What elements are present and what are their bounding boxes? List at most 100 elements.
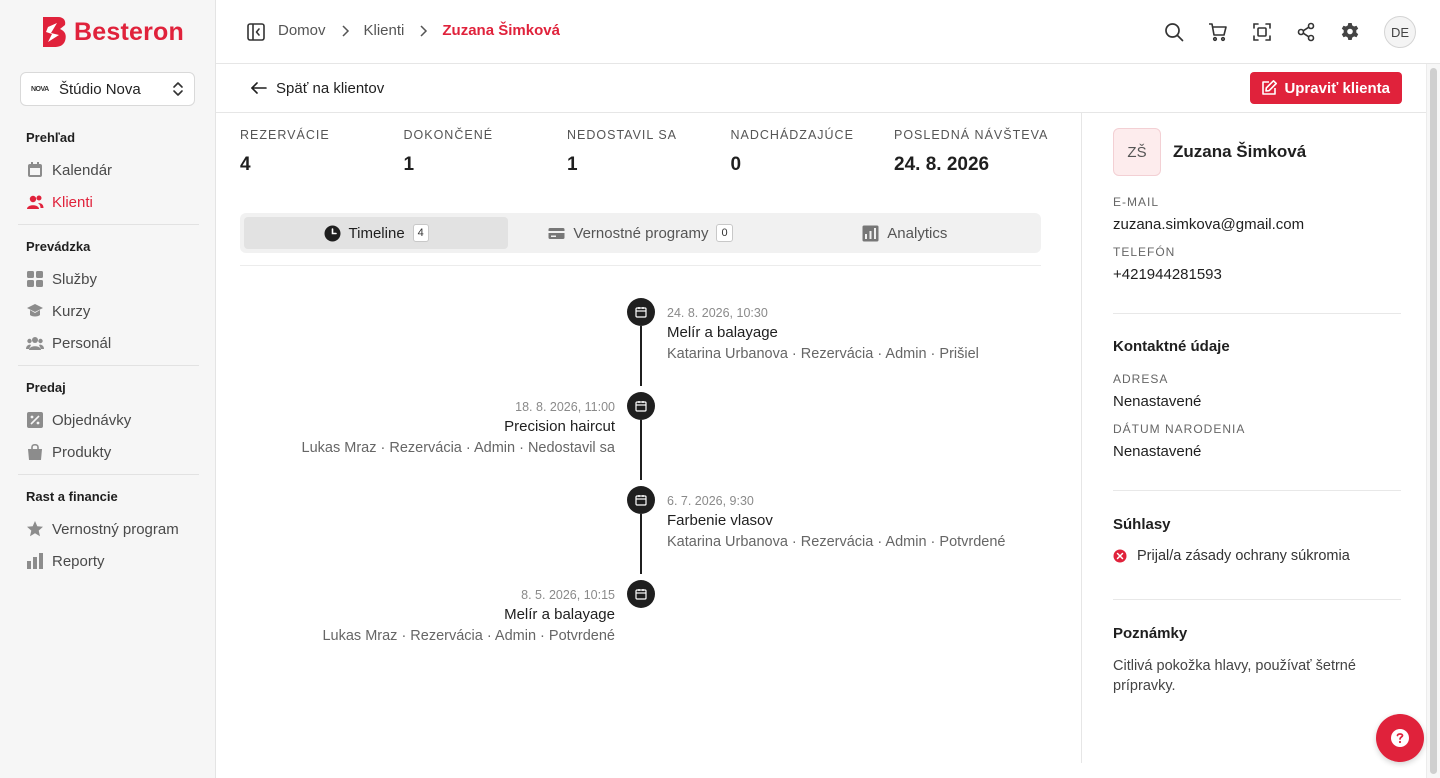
sidebar-item-vernostny-program[interactable]: Vernostný program: [0, 513, 216, 545]
tab-count-badge: 0: [716, 224, 733, 242]
client-timeline: 24. 8. 2026, 10:30 Melír a balayage Kata…: [240, 290, 1041, 670]
client-avatar: ZŠ: [1113, 128, 1161, 176]
user-avatar[interactable]: DE: [1384, 16, 1416, 48]
tab-loyalty-programs[interactable]: Vernostné programy 0: [508, 217, 772, 249]
stat-value: 24. 8. 2026: [894, 154, 990, 175]
sidebar-item-label: Objednávky: [52, 411, 132, 429]
sidebar-item-produkty[interactable]: Produkty: [0, 436, 216, 468]
sidebar-item-label: Klienti: [52, 193, 93, 211]
client-detail-panel: ZŠ Zuzana Šimková E-MAIL zuzana.simkova@…: [1113, 128, 1401, 694]
consent-text: Prijal/a zásady ochrany súkromia: [1137, 548, 1350, 564]
contact-heading: Kontaktné údaje: [1113, 338, 1230, 355]
calendar-icon: [635, 307, 647, 318]
sidebar-item-personal[interactable]: Personál: [0, 327, 216, 359]
timeline-connector: [640, 420, 642, 480]
stat-completed: DOKONČENÉ 1: [404, 128, 568, 176]
phone-block: TELEFÓN +421944281593: [1113, 244, 1222, 286]
timeline-entry[interactable]: 8. 5. 2026, 10:15 Melír a balayage Lukas…: [235, 586, 615, 646]
tab-timeline[interactable]: Timeline 4: [244, 217, 509, 249]
timeline-title: Precision haircut: [504, 418, 615, 435]
consent-item: Prijal/a zásady ochrany súkromia: [1113, 548, 1401, 564]
timeline-title: Melír a balayage: [504, 606, 615, 623]
birthdate-value: Nenastavené: [1113, 443, 1202, 460]
nav-section-rast: Rast a financie Vernostný program Report…: [0, 487, 216, 577]
stat-upcoming: NADCHÁDZAJÚCE 0: [731, 128, 895, 176]
gear-icon[interactable]: [1340, 22, 1360, 42]
nav-section-prevadzka: Prevádzka Služby Kurzy Personál: [0, 237, 216, 359]
sidebar-item-objednavky[interactable]: Objednávky: [0, 404, 216, 436]
timeline-date: 8. 5. 2026, 10:15: [521, 588, 615, 602]
timeline-entry[interactable]: 18. 8. 2026, 11:00 Precision haircut Luk…: [235, 398, 615, 458]
scan-icon[interactable]: [1252, 22, 1272, 42]
sidebar-item-klienti[interactable]: Klienti: [0, 186, 216, 218]
breadcrumb-clients[interactable]: Klienti: [364, 22, 405, 39]
stat-value: 4: [240, 154, 251, 175]
team-icon: [26, 337, 44, 350]
top-actions: DE: [1164, 16, 1416, 48]
calendar-icon: [635, 589, 647, 600]
star-icon: [27, 521, 43, 537]
edit-icon: [1262, 80, 1278, 95]
address-label: ADRESA: [1113, 372, 1169, 386]
sidebar-item-reporty[interactable]: Reporty: [0, 545, 216, 577]
tab-analytics[interactable]: Analytics: [773, 217, 1037, 249]
panel-divider: [1081, 113, 1082, 763]
besteron-logo-icon: [43, 17, 66, 47]
timeline-meta: Katarina Urbanova · Rezervácia · Admin ·…: [667, 534, 1006, 550]
phone-value[interactable]: +421944281593: [1113, 264, 1222, 286]
address-block: ADRESA Nenastavené: [1113, 371, 1201, 413]
sidebar-toggle-icon[interactable]: [246, 22, 266, 42]
sidebar-item-kalendar[interactable]: Kalendár: [0, 154, 216, 186]
timeline-connector: [640, 514, 642, 574]
page-header: Späť na klientov Upraviť klienta: [216, 64, 1426, 113]
timeline-meta: Lukas Mraz · Rezervácia · Admin · Nedost…: [301, 440, 615, 456]
calendar-icon: [28, 162, 42, 177]
panel-divider-line: [1113, 599, 1401, 600]
sidebar-item-sluzby[interactable]: Služby: [0, 263, 216, 295]
bar-chart-icon: [27, 553, 43, 569]
stat-label: POSLEDNÁ NÁVŠTEVA: [894, 128, 1049, 142]
brand-logo[interactable]: Besteron: [40, 14, 184, 50]
help-button[interactable]: [1376, 714, 1424, 762]
breadcrumb-home[interactable]: Domov: [278, 22, 326, 39]
email-label: E-MAIL: [1113, 195, 1160, 209]
share-icon[interactable]: [1296, 22, 1316, 42]
sidebar-item-label: Vernostný program: [52, 520, 179, 538]
email-value[interactable]: zuzana.simkova@gmail.com: [1113, 214, 1304, 236]
sidebar-item-kurzy[interactable]: Kurzy: [0, 295, 216, 327]
tab-label: Analytics: [887, 224, 948, 242]
back-to-clients-link[interactable]: Späť na klientov: [250, 79, 384, 97]
section-heading: Súhlasy: [1113, 516, 1171, 533]
sidebar: Besteron NOVA Štúdio Nova Prehľad Kalend…: [0, 0, 216, 778]
page-scrollbar[interactable]: [1426, 64, 1440, 778]
cart-icon[interactable]: [1208, 22, 1228, 42]
nav-heading: Prehľad: [26, 130, 76, 145]
client-notes: Citlivá pokožka hlavy, používať šetrné p…: [1113, 658, 1356, 694]
timeline-date: 6. 7. 2026, 9:30: [667, 494, 754, 508]
notes-heading: Poznámky: [1113, 625, 1187, 642]
timeline-entry[interactable]: 6. 7. 2026, 9:30 Farbenie vlasov Katarin…: [667, 492, 1047, 552]
nav-heading: Rast a financie: [26, 489, 118, 504]
stat-value: 1: [403, 154, 415, 175]
consents-heading: Súhlasy: [1113, 516, 1171, 533]
chevron-right-icon: [341, 24, 349, 37]
brand-name: Besteron: [74, 17, 184, 46]
edit-client-button[interactable]: Upraviť klienta: [1250, 72, 1402, 104]
scrollbar-thumb[interactable]: [1430, 68, 1437, 774]
timeline-date: 24. 8. 2026, 10:30: [667, 306, 768, 320]
stat-label: REZERVÁCIE: [240, 128, 330, 142]
birthdate-block: DÁTUM NARODENIA Nenastavené: [1113, 421, 1245, 463]
section-heading: Poznámky: [1113, 625, 1188, 642]
timeline-title: Melír a balayage: [667, 324, 778, 341]
timeline-entry[interactable]: 24. 8. 2026, 10:30 Melír a balayage Kata…: [667, 304, 1047, 364]
search-icon[interactable]: [1164, 22, 1184, 42]
bag-icon: [28, 443, 42, 460]
tab-bar: Timeline 4 Vernostné programy 0 Analytic…: [240, 213, 1041, 253]
studio-selector[interactable]: NOVA Štúdio Nova: [20, 72, 195, 106]
arrow-left-icon: [251, 82, 267, 94]
timeline-connector: [640, 326, 642, 386]
timeline-meta: Katarina Urbanova · Rezervácia · Admin ·…: [667, 346, 979, 362]
top-bar: Domov Klienti Zuzana Šimková DE: [216, 0, 1440, 64]
timeline-date: 18. 8. 2026, 11:00: [515, 400, 615, 414]
address-value: Nenastavené: [1113, 393, 1202, 410]
